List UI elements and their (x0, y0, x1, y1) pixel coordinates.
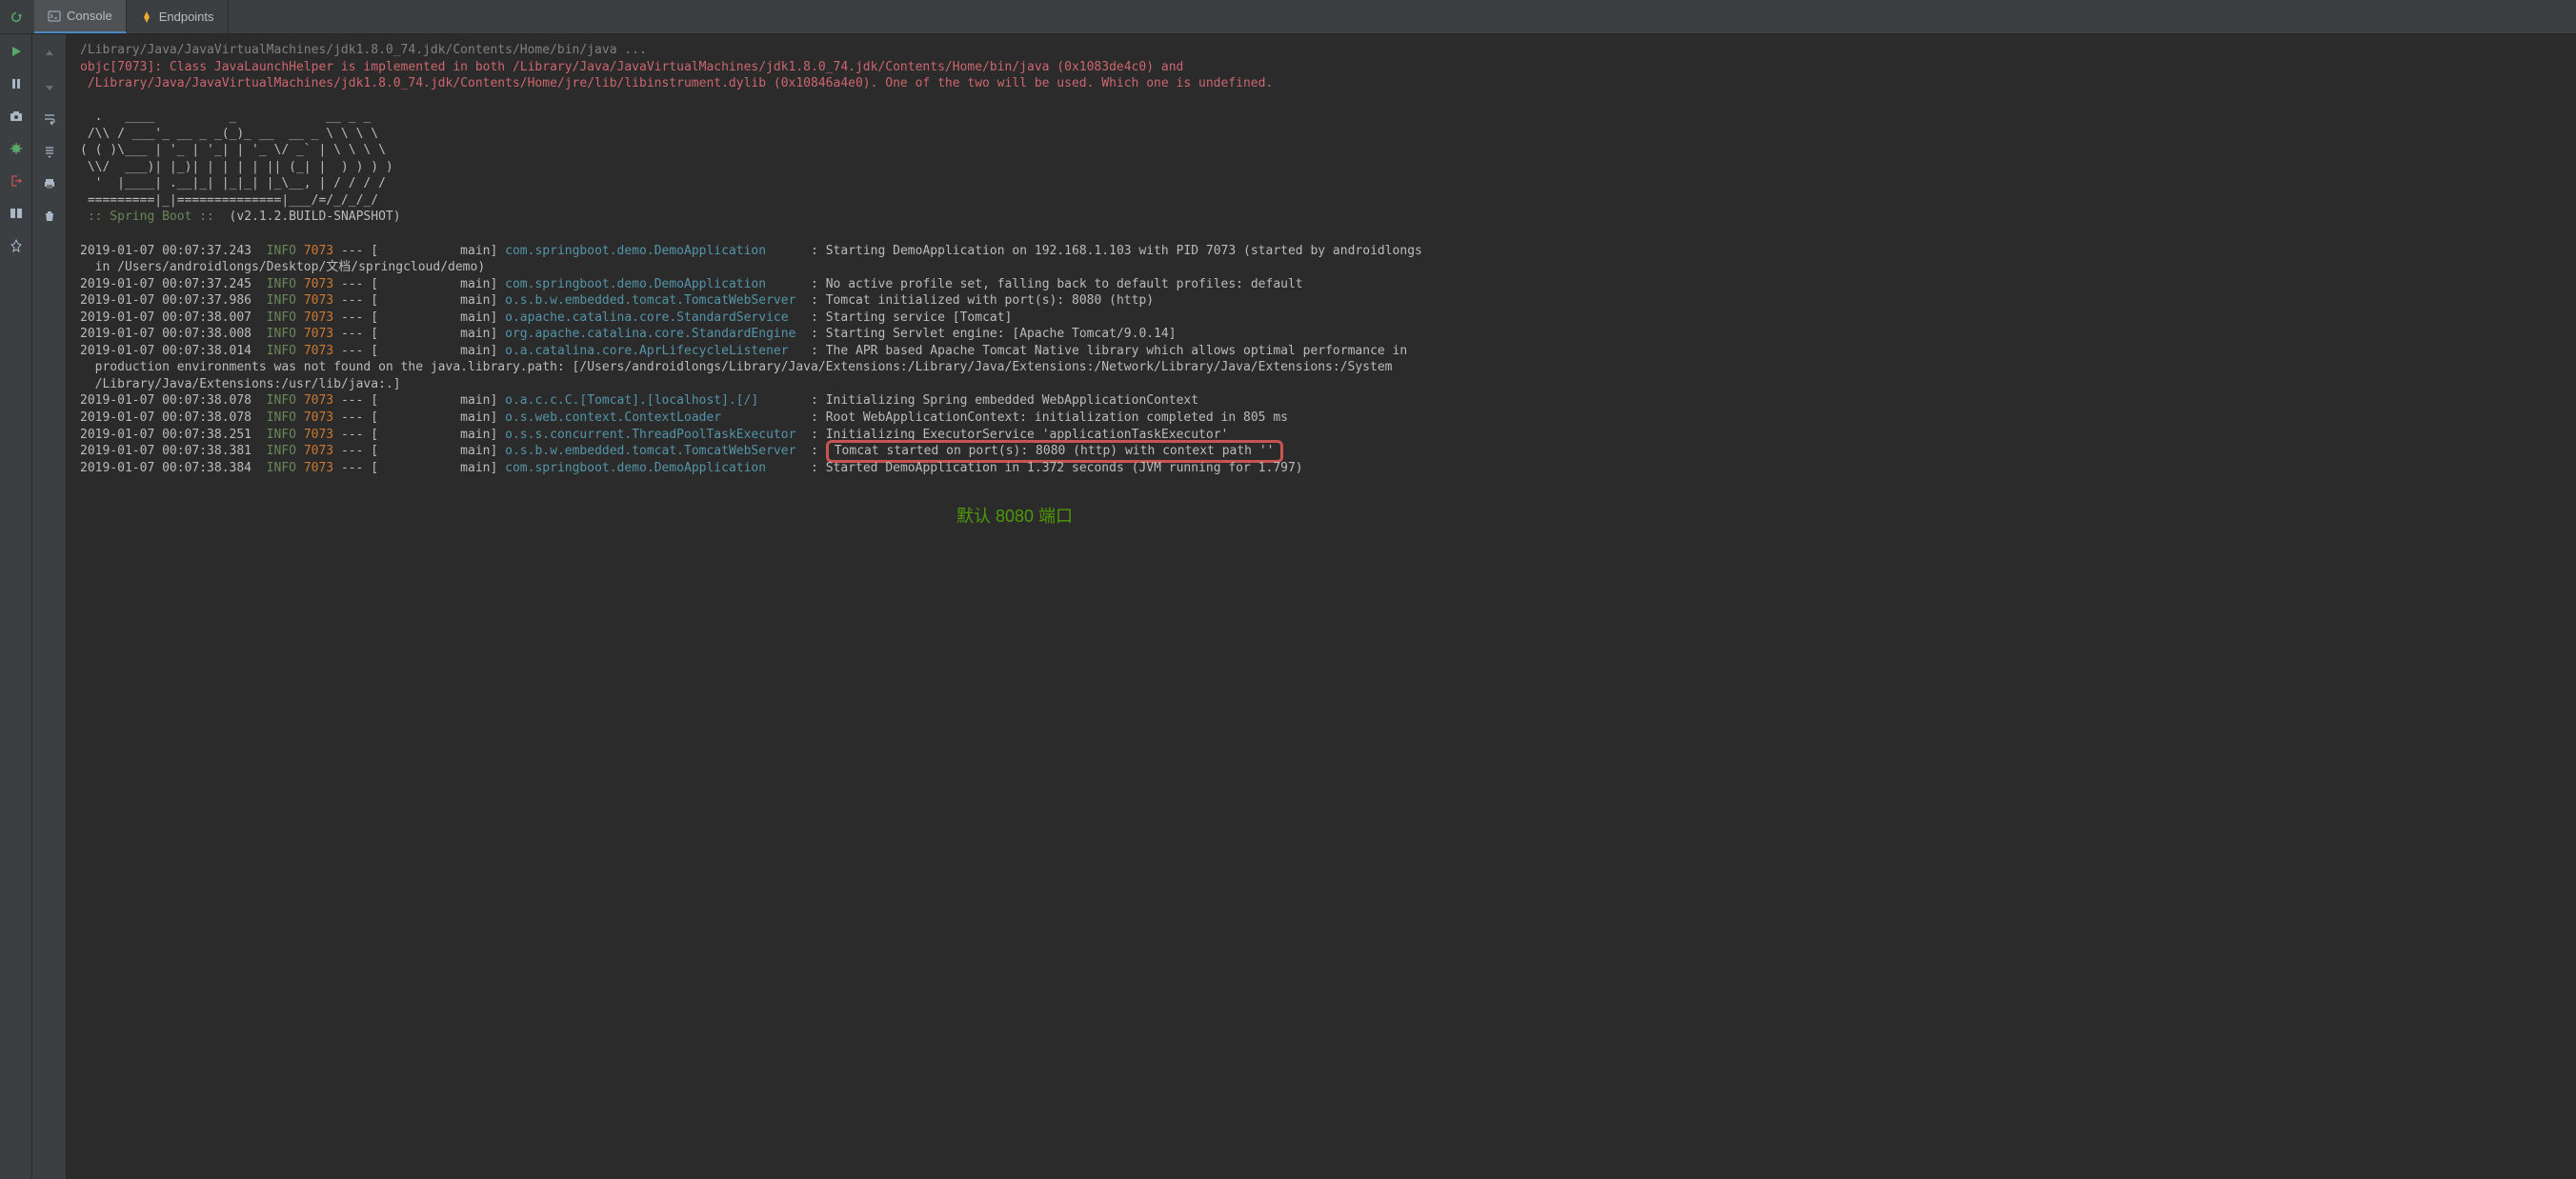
tab-console-label: Console (67, 9, 112, 23)
main-area: /Library/Java/JavaVirtualMachines/jdk1.8… (0, 34, 2576, 1179)
left-rail (0, 34, 32, 1179)
console-output[interactable]: /Library/Java/JavaVirtualMachines/jdk1.8… (67, 34, 2576, 1179)
down-button[interactable] (37, 74, 62, 99)
endpoints-icon (140, 10, 153, 24)
top-bar: Console Endpoints (0, 0, 2576, 34)
up-button[interactable] (37, 42, 62, 67)
pause-button[interactable] (7, 74, 26, 93)
tab-console[interactable]: Console (34, 0, 127, 33)
soft-wrap-button[interactable] (37, 107, 62, 131)
second-rail (32, 34, 67, 1179)
tab-endpoints-label: Endpoints (159, 10, 214, 24)
annotation-text: 默认 8080 端口 (956, 505, 2563, 528)
tabs: Console Endpoints (34, 0, 229, 33)
debug-button[interactable] (7, 139, 26, 158)
trash-button[interactable] (37, 204, 62, 229)
tab-endpoints[interactable]: Endpoints (127, 0, 229, 33)
print-button[interactable] (37, 171, 62, 196)
console-icon (48, 10, 61, 23)
rerun-button[interactable] (4, 5, 29, 30)
camera-button[interactable] (7, 107, 26, 126)
scroll-end-button[interactable] (37, 139, 62, 164)
layout-button[interactable] (7, 204, 26, 223)
pin-button[interactable] (7, 236, 26, 255)
run-button[interactable] (7, 42, 26, 61)
exit-button[interactable] (7, 171, 26, 190)
